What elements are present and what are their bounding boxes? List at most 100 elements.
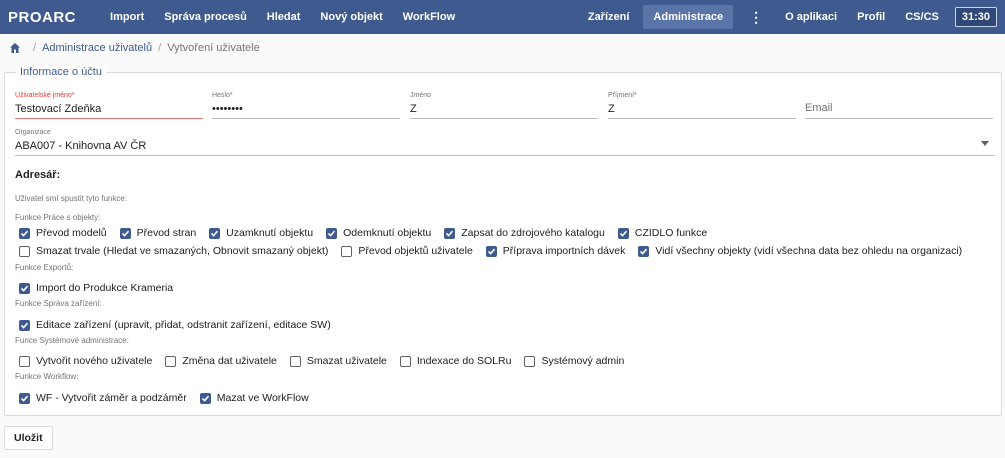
section-exports-label: Funkce Exportů: [15, 263, 74, 272]
nav-administration[interactable]: Administrace [643, 5, 734, 29]
breadcrumb-separator: / [33, 42, 37, 54]
checkbox-label: Převod modelů [36, 227, 107, 239]
nav-search[interactable]: Hledat [257, 0, 311, 34]
lastname-field[interactable]: Příjmení* Z [608, 92, 796, 119]
checkbox-page-conversion[interactable]: Převod stran [119, 227, 196, 239]
session-timer: 31:30 [954, 7, 997, 27]
checkbox-label: Smazat trvale (Hledat ve smazaných, Obno… [36, 245, 329, 257]
checkbox-row: Vytvořit nového uživatele Změna dat uživ… [19, 354, 637, 368]
checkbox-icon[interactable] [209, 227, 221, 239]
checkbox-label: Příprava importních dávek [502, 245, 626, 257]
checkbox-icon[interactable] [19, 282, 30, 294]
checkbox-row: Editace zařízení (upravit, přidat, odstr… [19, 318, 344, 332]
nav-profile[interactable]: Profil [847, 0, 895, 34]
email-field[interactable]: Email [805, 92, 993, 119]
checkbox-model-conversion[interactable]: Převod modelů [19, 227, 107, 239]
lastname-input[interactable]: Z [608, 102, 796, 116]
checkbox-create-user[interactable]: Vytvořit nového uživatele [19, 355, 152, 367]
nav-new-object[interactable]: Nový objekt [310, 0, 392, 34]
nav-workflow[interactable]: WorkFlow [393, 0, 465, 34]
save-button[interactable]: Uložit [4, 426, 53, 450]
password-input[interactable]: •••••••• [212, 102, 400, 116]
main-nav: Import Správa procesů Hledat Nový objekt… [100, 0, 465, 34]
password-underline [212, 118, 400, 119]
checkbox-label: Převod objektů uživatele [358, 245, 473, 257]
checkbox-label: Import do Produkce Krameria [36, 282, 174, 294]
checkbox-icon[interactable] [19, 392, 30, 404]
nav-language[interactable]: CS/CS [895, 0, 949, 34]
email-label-spacer [805, 92, 993, 102]
checkbox-label: CZIDLO funkce [634, 227, 708, 239]
organization-select[interactable]: Organizace ABA007 - Knihovna AV ČR [15, 129, 995, 156]
checkbox-icon[interactable] [19, 319, 30, 331]
checkbox-icon[interactable] [289, 355, 301, 367]
checkbox-write-catalog[interactable]: Zapsat do zdrojového katalogu [444, 227, 605, 239]
organization-label: Organizace [15, 129, 51, 136]
password-field[interactable]: Heslo* •••••••• [212, 92, 400, 119]
checkbox-edit-devices[interactable]: Editace zařízení (upravit, přidat, odstr… [19, 319, 331, 331]
proarc-logo[interactable]: PROARC [8, 9, 76, 26]
checkbox-icon[interactable] [165, 355, 177, 367]
nav-process-management[interactable]: Správa procesů [154, 0, 257, 34]
checkbox-label: Vidí všechny objekty (vidí všechna data … [655, 245, 963, 257]
checkbox-row: Smazat trvale (Hledat ve smazaných, Obno… [19, 244, 975, 258]
checkbox-icon[interactable] [119, 227, 131, 239]
checkbox-change-user-data[interactable]: Změna dat uživatele [165, 355, 277, 367]
checkbox-icon[interactable] [19, 245, 30, 257]
section-objects-label: Funkce Práce s objekty: [15, 213, 101, 222]
checkbox-unlock-object[interactable]: Odemknutí objektu [326, 227, 431, 239]
checkbox-icon[interactable] [617, 227, 629, 239]
checkbox-delete-permanently[interactable]: Smazat trvale (Hledat ve smazaných, Obno… [19, 245, 328, 257]
username-field[interactable]: Uživatelské jméno* Testovací Zdeňka [15, 92, 203, 119]
checkbox-row: Import do Produkce Krameria [19, 281, 186, 295]
lastname-label: Příjmení* [608, 92, 637, 99]
checkbox-icon[interactable] [444, 227, 456, 239]
checkbox-label: Systémový admin [541, 355, 625, 367]
firstname-field[interactable]: Jméno Z [410, 92, 598, 119]
breadcrumb-users-admin[interactable]: Administrace uživatelů [42, 42, 152, 54]
nav-import[interactable]: Import [100, 0, 154, 34]
firstname-underline [410, 118, 598, 119]
checkbox-label: Indexace do SOLRu [416, 355, 512, 367]
lastname-underline [608, 118, 796, 119]
home-icon[interactable] [9, 42, 21, 54]
checkbox-icon[interactable] [199, 392, 211, 404]
checkbox-see-all-objects[interactable]: Vidí všechny objekty (vidí všechna data … [638, 245, 962, 257]
checkbox-icon[interactable] [19, 227, 30, 239]
checkbox-system-admin[interactable]: Systémový admin [524, 355, 624, 367]
dropdown-arrow-icon[interactable] [981, 141, 989, 146]
checkbox-wf-delete[interactable]: Mazat ve WorkFlow [199, 392, 309, 404]
checkbox-czidlo[interactable]: CZIDLO funkce [617, 227, 708, 239]
firstname-input[interactable]: Z [410, 102, 598, 116]
checkbox-icon[interactable] [341, 245, 353, 257]
checkbox-icon[interactable] [399, 355, 411, 367]
functions-intro: Uživatel smí spustit tyto funkce: [15, 194, 128, 203]
checkbox-label: Smazat uživatele [306, 355, 387, 367]
organization-value[interactable]: ABA007 - Knihovna AV ČR [15, 139, 995, 153]
email-input[interactable]: Email [805, 102, 993, 114]
checkbox-row: WF - Vytvořit záměr a podzáměr Mazat ve … [19, 391, 322, 405]
checkbox-import-kramerius[interactable]: Import do Produkce Krameria [19, 282, 173, 294]
more-vertical-icon[interactable]: ⋮ [737, 9, 775, 26]
checkbox-icon[interactable] [638, 245, 650, 257]
nav-about[interactable]: O aplikaci [775, 0, 847, 34]
checkbox-icon[interactable] [485, 245, 497, 257]
username-label: Uživatelské jméno* [15, 92, 75, 99]
checkbox-transfer-user-objects[interactable]: Převod objektů uživatele [341, 245, 473, 257]
checkbox-label: Odemknutí objektu [343, 227, 432, 239]
fieldset-legend: Informace o účtu [16, 66, 106, 78]
checkbox-wf-create-plan[interactable]: WF - Vytvořit záměr a podzáměr [19, 392, 187, 404]
password-label: Heslo* [212, 92, 233, 99]
checkbox-delete-user[interactable]: Smazat uživatele [289, 355, 387, 367]
checkbox-prepare-import[interactable]: Příprava importních dávek [485, 245, 626, 257]
checkbox-label: Mazat ve WorkFlow [216, 392, 309, 404]
checkbox-lock-object[interactable]: Uzamknutí objektu [209, 227, 313, 239]
username-input[interactable]: Testovací Zdeňka [15, 102, 203, 116]
checkbox-solr-index[interactable]: Indexace do SOLRu [399, 355, 512, 367]
checkbox-icon[interactable] [524, 355, 536, 367]
checkbox-icon[interactable] [19, 355, 30, 367]
checkbox-icon[interactable] [326, 227, 338, 239]
nav-devices[interactable]: Zařízení [578, 0, 640, 34]
section-sysadmin-label: Funce Systémové administrace: [15, 336, 129, 345]
checkbox-label: Editace zařízení (upravit, přidat, odstr… [36, 319, 331, 331]
